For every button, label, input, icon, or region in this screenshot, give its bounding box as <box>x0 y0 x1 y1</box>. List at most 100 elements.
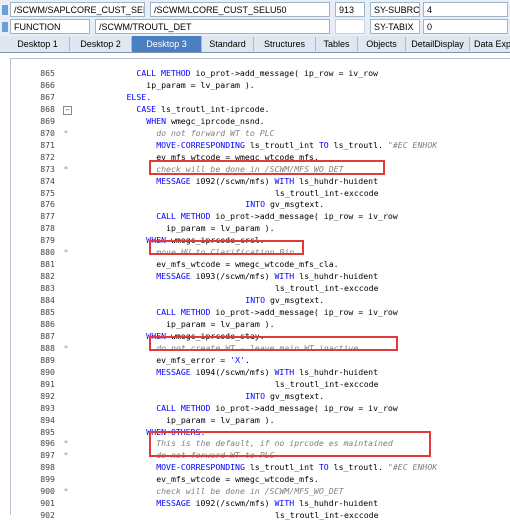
keyword: WHEN <box>146 115 171 126</box>
tab-objects[interactable]: Objects <box>358 37 406 51</box>
code-line[interactable]: 877 CALL METHOD io_prot->add_message( ip_… <box>11 211 510 222</box>
code-token: ev_mfs_wtcode = wmegc_wtcode_mfs_cla. <box>156 259 339 270</box>
line-number: 883 <box>40 283 55 294</box>
sysvar-value-field[interactable]: 4 <box>423 2 508 17</box>
code-line[interactable]: 900 * check will be done in /SCWM/MFS_WO_D… <box>11 486 510 497</box>
line-number: 900 <box>40 486 55 497</box>
sysvar-name-field[interactable]: SY-SUBRC <box>370 2 420 17</box>
code-line[interactable]: 894 ip_param = lv_param ). <box>11 415 510 426</box>
code-line[interactable]: 882 MESSAGE i093(/scwm/mfs) WITH ls_huhdr… <box>11 271 510 282</box>
code-text: ev_mfs_error = 'X'. <box>156 355 250 366</box>
code-line[interactable]: 898 MOVE-CORRESPONDING ls_troutl_int TO l… <box>11 462 510 473</box>
program-field[interactable]: /SCWM/SAPLCORE_CUST_SEL <box>10 2 145 17</box>
comment: do not forward WT to PLC <box>156 127 275 138</box>
code-token: ls_troutl_int-exccode <box>275 510 379 521</box>
keyword: MESSAGE <box>156 498 196 509</box>
code-line[interactable]: 883 ls_troutl_int-exccode <box>11 283 510 294</box>
code-token: io_prot->add_message( ip_row = iv_row <box>215 211 398 222</box>
code-line[interactable]: 878 ip_param = lv_param ). <box>11 223 510 234</box>
code-token: ls_troutl_int <box>249 139 319 150</box>
fold-toggle-icon[interactable]: − <box>63 105 72 115</box>
line-number: 892 <box>40 390 55 401</box>
comment-marker-icon: * <box>63 486 69 497</box>
code-token: ev_mfs_wtcode = wmegc_wtcode_mfs. <box>156 474 319 485</box>
tab-desktop-2[interactable]: Desktop 2 <box>70 37 132 51</box>
line-number: 872 <box>40 151 55 162</box>
code-line[interactable]: 892 INTO gv_msgtext. <box>11 391 510 402</box>
code-text: ls_troutl_int-exccode <box>275 510 379 521</box>
comment: "#EC ENHOK <box>387 139 438 150</box>
empty-field[interactable] <box>335 19 365 34</box>
code-text: WHEN wmegc_iprcode_nsnd. <box>146 116 264 127</box>
code-line[interactable]: 866 ip_param = lv_param ). <box>11 80 510 91</box>
source-code-view[interactable]: 865 CALL METHOD io_prot->add_message( ip_… <box>10 58 510 520</box>
code-line[interactable]: 870 * do not forward WT to PLC <box>11 128 510 139</box>
code-line[interactable]: 868− CASE ls_troutl_int-iprcode. <box>11 104 510 115</box>
code-text: MESSAGE i092(/scwm/mfs) WITH ls_huhdr-hu… <box>156 176 378 187</box>
tab-desktop-1[interactable]: Desktop 1 <box>6 37 70 51</box>
code-line[interactable]: 893 CALL METHOD io_prot->add_message( ip_… <box>11 403 510 414</box>
status-indicator <box>2 22 8 32</box>
code-token: ls_huhdr-huident <box>299 498 379 509</box>
code-line[interactable]: 865 CALL METHOD io_prot->add_message( ip_… <box>11 68 510 79</box>
code-line[interactable]: 901 MESSAGE i092(/scwm/mfs) WITH ls_huhdr… <box>11 498 510 509</box>
keyword: CASE <box>136 103 162 114</box>
tab-detaildisplay[interactable]: DetailDisplay <box>406 37 470 51</box>
code-line[interactable]: 871 MOVE-CORRESPONDING ls_troutl_int TO l… <box>11 140 510 151</box>
code-token: io_prot->add_message( ip_row = iv_row <box>195 68 378 78</box>
code-line[interactable]: 890 MESSAGE i094(/scwm/mfs) WITH ls_huhdr… <box>11 367 510 378</box>
code-line[interactable]: 869 WHEN wmegc_iprcode_nsnd. <box>11 116 510 127</box>
line-number: 867 <box>40 91 55 102</box>
event-type-field[interactable]: FUNCTION <box>10 19 90 34</box>
code-text: INTO gv_msgtext. <box>245 391 324 402</box>
keyword: WITH <box>274 498 300 509</box>
tab-tables[interactable]: Tables <box>316 37 358 51</box>
code-token: 'X' <box>230 354 245 365</box>
code-line[interactable]: 875 ls_troutl_int-exccode <box>11 188 510 199</box>
code-text: ip_param = lv_param ). <box>166 223 274 234</box>
code-text: CALL METHOD io_prot->add_message( ip_row… <box>156 307 398 318</box>
sysvar-value-field-2[interactable]: 0 <box>423 19 508 34</box>
code-line[interactable]: 886 ip_param = lv_param ). <box>11 319 510 330</box>
code-token: . <box>244 354 250 365</box>
header-row-2: FUNCTION /SCWM/TROUTL_DET SY-TABIX 0 <box>0 19 510 36</box>
line-number-field[interactable]: 913 <box>335 2 365 17</box>
code-line[interactable]: 885 CALL METHOD io_prot->add_message( ip_… <box>11 307 510 318</box>
sysvar-name-field-2[interactable]: SY-TABIX <box>370 19 420 34</box>
code-token: wmegc_iprcode_nsnd. <box>170 115 265 126</box>
include-field[interactable]: /SCWM/LCORE_CUST_SELU50 <box>150 2 330 17</box>
tab-structures[interactable]: Structures <box>254 37 316 51</box>
line-number: 874 <box>40 175 55 186</box>
code-token: ls_huhdr-huident <box>299 271 379 282</box>
code-token: ip_param = lv_param ). <box>146 79 255 90</box>
tab-standard[interactable]: Standard <box>202 37 254 51</box>
line-number: 894 <box>40 414 55 425</box>
tab-data-exp[interactable]: Data Exp <box>470 37 510 51</box>
code-line[interactable]: 891 ls_troutl_int-exccode <box>11 379 510 390</box>
code-line[interactable]: 881 ev_mfs_wtcode = wmegc_wtcode_mfs_cla. <box>11 259 510 270</box>
line-number: 896 <box>40 438 55 449</box>
code-line[interactable]: 889 ev_mfs_error = 'X'. <box>11 355 510 366</box>
keyword: MESSAGE <box>156 271 196 282</box>
keyword: WITH <box>274 271 300 282</box>
code-text: CALL METHOD io_prot->add_message( ip_row… <box>156 211 398 222</box>
keyword: WITH <box>274 366 300 377</box>
code-text: CALL METHOD io_prot->add_message( ip_row… <box>136 68 378 79</box>
event-name-field[interactable]: /SCWM/TROUTL_DET <box>95 19 330 34</box>
code-line[interactable]: 884 INTO gv_msgtext. <box>11 295 510 306</box>
line-number: 891 <box>40 378 55 389</box>
code-text: CASE ls_troutl_int-iprcode. <box>136 104 269 115</box>
code-line[interactable]: 874 MESSAGE i092(/scwm/mfs) WITH ls_huhdr… <box>11 176 510 187</box>
code-line[interactable]: 899 ev_mfs_wtcode = wmegc_wtcode_mfs. <box>11 474 510 485</box>
code-token: io_prot->add_message( ip_row = iv_row <box>215 402 398 413</box>
code-line[interactable]: 867 ELSE. <box>11 92 510 103</box>
tab-desktop-3[interactable]: Desktop 3 <box>132 36 202 52</box>
code-text: ls_troutl_int-exccode <box>275 188 379 199</box>
code-token: ls_troutl_int-iprcode. <box>161 103 270 114</box>
code-token: ip_param = lv_param ). <box>166 318 275 329</box>
code-line[interactable]: 902 ls_troutl_int-exccode <box>11 510 510 521</box>
code-token: gv_msgtext. <box>269 199 325 210</box>
code-line[interactable]: 876 INTO gv_msgtext. <box>11 199 510 210</box>
line-number: 897 <box>40 450 55 461</box>
keyword: CALL METHOD <box>136 68 196 78</box>
